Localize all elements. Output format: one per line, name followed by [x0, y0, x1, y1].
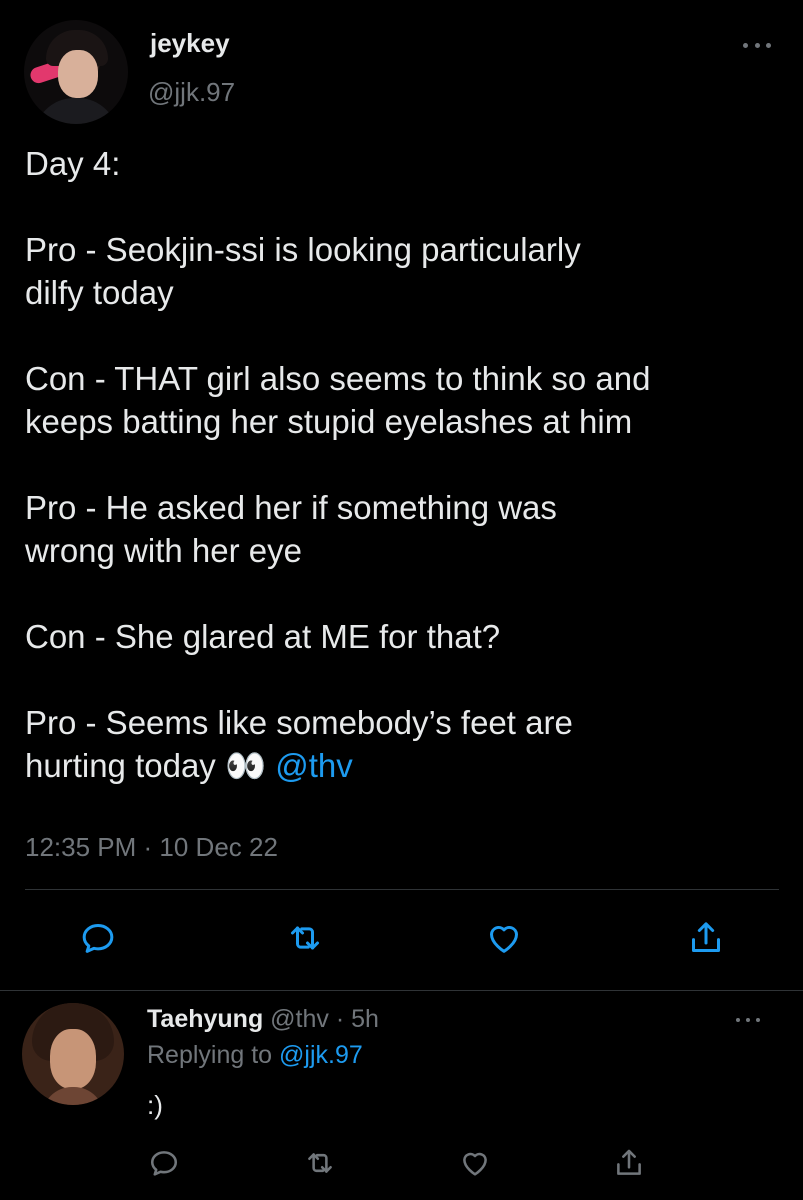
- retweet-icon[interactable]: [285, 918, 325, 958]
- tweet-line-text: hurting today: [25, 747, 216, 784]
- avatar-face: [50, 1029, 96, 1089]
- avatar-shirt: [34, 98, 118, 124]
- tweet-paragraph: Con - She glared at ME for that?: [25, 615, 785, 658]
- tweet-line: Pro - Seems like somebody’s feet are: [25, 704, 573, 741]
- avatar-shirt: [42, 1087, 104, 1105]
- more-icon[interactable]: [743, 40, 771, 50]
- tweet-timestamp[interactable]: 12:35 PM · 10 Dec 22: [25, 832, 278, 863]
- author-handle[interactable]: @jjk.97: [148, 77, 235, 108]
- reply-age[interactable]: · 5h: [336, 1005, 379, 1033]
- divider: [25, 889, 779, 890]
- avatar[interactable]: [24, 20, 128, 124]
- replying-prefix: Replying to: [147, 1041, 273, 1069]
- tweet-line: wrong with her eye: [25, 532, 302, 569]
- eyes-emoji: 👀: [224, 747, 267, 784]
- reply-icon[interactable]: [78, 918, 118, 958]
- tweet-paragraph: Pro - Seems like somebody’s feet are hur…: [25, 701, 785, 787]
- tweet-line: Pro - Seokjin-ssi is looking particularl…: [25, 231, 581, 268]
- tweet-line: keeps batting her stupid eyelashes at hi…: [25, 403, 633, 440]
- reply-actions: [0, 1146, 803, 1182]
- retweet-icon[interactable]: [303, 1146, 337, 1180]
- share-icon[interactable]: [612, 1146, 646, 1180]
- reply-avatar[interactable]: [22, 1003, 124, 1105]
- reply-icon[interactable]: [147, 1146, 181, 1180]
- tweet-actions: [0, 918, 803, 962]
- tweet-paragraph: Day 4:: [25, 142, 785, 185]
- heart-icon[interactable]: [458, 1146, 492, 1180]
- tweet-paragraph: Pro - He asked her if something was wron…: [25, 486, 785, 572]
- reply-text: :): [147, 1090, 163, 1120]
- tweet-paragraph: Pro - Seokjin-ssi is looking particularl…: [25, 228, 785, 314]
- divider: [0, 990, 803, 991]
- author-name[interactable]: jeykey: [150, 28, 230, 59]
- tweet-page: jeykey @jjk.97 Day 4: Pro - Seokjin-ssi …: [0, 0, 803, 1200]
- avatar-face: [58, 50, 98, 98]
- reply-author-handle[interactable]: @thv: [270, 1005, 329, 1033]
- tweet-line-last: hurting today 👀 @thv: [25, 744, 785, 787]
- tweet-line: Day 4:: [25, 145, 121, 182]
- tweet-header: jeykey @jjk.97: [24, 20, 779, 126]
- replying-to: Replying to @jjk.97: [147, 1041, 363, 1070]
- reply-header: Taehyung @thv · 5h: [147, 1005, 379, 1034]
- mention-link[interactable]: @thv: [275, 747, 353, 784]
- tweet-paragraph: Con - THAT girl also seems to think so a…: [25, 357, 785, 443]
- reply-author-name[interactable]: Taehyung: [147, 1005, 263, 1033]
- share-icon[interactable]: [686, 918, 726, 958]
- replying-handle[interactable]: @jjk.97: [279, 1041, 363, 1069]
- more-icon[interactable]: [736, 1016, 760, 1024]
- tweet-line: dilfy today: [25, 274, 174, 311]
- tweet-text: Day 4: Pro - Seokjin-ssi is looking part…: [25, 142, 785, 787]
- tweet-line: Con - She glared at ME for that?: [25, 618, 501, 655]
- tweet-line: Pro - He asked her if something was: [25, 489, 557, 526]
- tweet-line: Con - THAT girl also seems to think so a…: [25, 360, 651, 397]
- heart-icon[interactable]: [484, 918, 524, 958]
